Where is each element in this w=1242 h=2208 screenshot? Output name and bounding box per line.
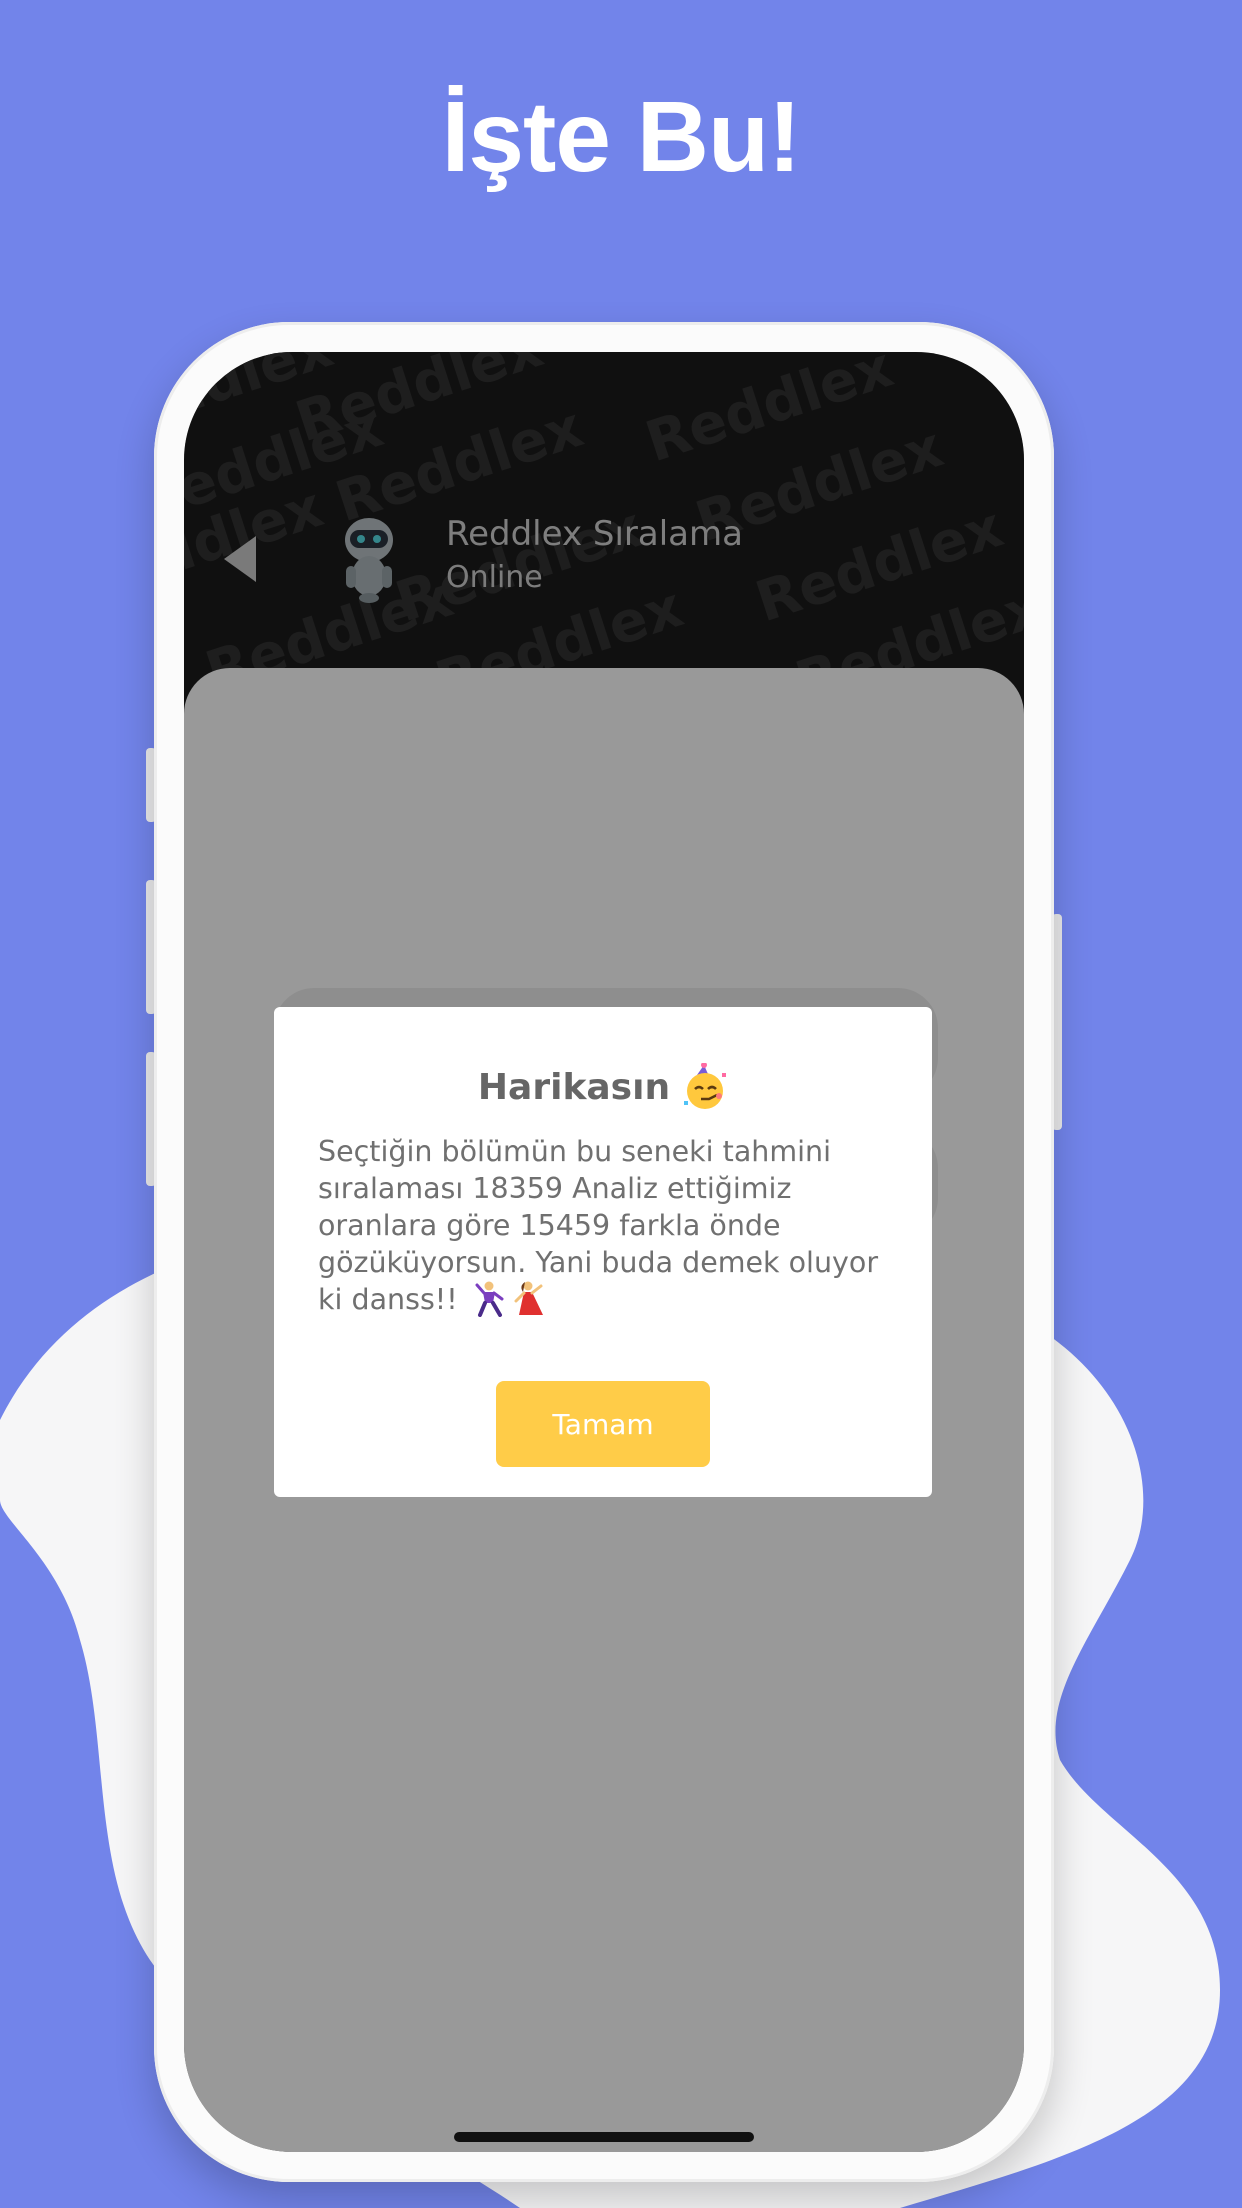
woman-dancing-icon <box>514 1281 543 1315</box>
dialog-title-text: Harikasın <box>477 1066 671 1108</box>
ok-button[interactable]: Tamam <box>496 1381 710 1467</box>
dialog-message: Seçtiğin bölümün bu seneki tahmini sıral… <box>318 1135 879 1316</box>
dance-emojis <box>475 1281 547 1317</box>
success-dialog: Harikasın Seçtiğin bölümün bu seneki tah… <box>274 1007 932 1497</box>
headline: İşte Bu! <box>441 81 802 193</box>
man-dancing-icon <box>475 1281 504 1317</box>
dialog-body: Seçtiğin bölümün bu seneki tahmini sıral… <box>318 1133 888 1318</box>
home-indicator <box>454 2132 754 2142</box>
dialog-title: Harikasın <box>318 1061 888 1113</box>
partying-face-icon <box>684 1063 727 1109</box>
